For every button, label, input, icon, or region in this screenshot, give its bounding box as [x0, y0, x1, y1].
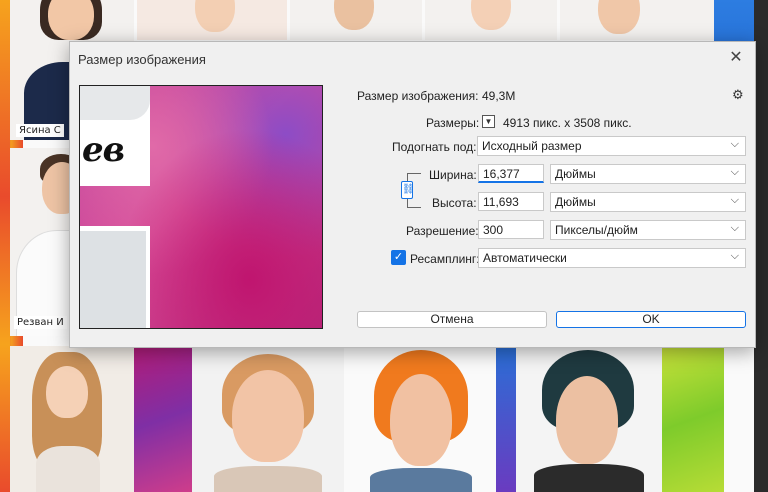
portrait-tile [560, 0, 714, 40]
dimensions-value: 4913 пикс. x 3508 пикс. [503, 116, 632, 130]
link-bracket [407, 207, 421, 208]
portrait-tile [192, 346, 344, 492]
width-unit-value: Дюймы [555, 167, 596, 181]
chevron-down-icon: ⌵ [730, 138, 739, 150]
portrait-tile [516, 346, 662, 492]
link-icon[interactable]: ⛓ [401, 181, 415, 199]
name-tag: Ясина С [16, 124, 64, 137]
resolution-label: Разрешение: [406, 224, 479, 238]
dialog-titlebar[interactable]: Размер изображения ✕ [70, 42, 755, 76]
chevron-down-icon: ⌵ [730, 194, 739, 206]
name-tag: Резван И [14, 316, 67, 329]
cancel-button[interactable]: Отмена [357, 311, 547, 328]
resample-checkbox[interactable]: ✓ [391, 250, 406, 265]
image-size-label: Размер изображения: [357, 89, 479, 103]
resample-label: Ресамплинг: [410, 252, 480, 266]
width-label: Ширина: [429, 168, 477, 182]
height-label: Высота: [432, 196, 477, 210]
panel-edge [754, 0, 768, 492]
image-preview[interactable]: ев [79, 85, 323, 329]
resolution-unit-value: Пикселы/дюйм [555, 223, 638, 237]
portrait-tile [290, 0, 422, 40]
portrait-tile [344, 346, 496, 492]
fit-to-label: Подогнать под: [392, 140, 477, 154]
portrait-tile [137, 0, 287, 40]
link-bracket [407, 199, 408, 207]
link-bracket [407, 173, 421, 174]
portrait-tile [425, 0, 557, 40]
gear-icon[interactable]: ⚙ [732, 87, 744, 103]
chevron-down-icon: ⌵ [730, 250, 739, 262]
height-input[interactable]: 11,693 [478, 192, 544, 211]
close-icon[interactable]: ✕ [727, 49, 745, 67]
resample-select[interactable]: Автоматически ⌵ [478, 248, 746, 268]
image-size-dialog: Размер изображения ✕ ев Размер изображен… [69, 41, 756, 348]
preview-grey-area [80, 231, 146, 328]
resolution-input[interactable]: 300 [478, 220, 544, 239]
image-size-value: 49,3M [482, 89, 516, 103]
watercolor-strip [134, 346, 192, 492]
chevron-down-icon: ⌵ [730, 222, 739, 234]
dialog-title: Размер изображения [78, 52, 206, 67]
width-unit-select[interactable]: Дюймы ⌵ [550, 164, 746, 184]
height-unit-value: Дюймы [555, 195, 596, 209]
watercolor-strip [662, 346, 724, 492]
height-unit-select[interactable]: Дюймы ⌵ [550, 192, 746, 212]
watercolor-strip [496, 346, 516, 492]
ok-button[interactable]: OK [556, 311, 746, 328]
dimensions-label: Размеры: [426, 116, 480, 130]
chevron-down-icon: ⌵ [730, 166, 739, 178]
chevron-down-icon[interactable]: ▼ [482, 115, 495, 128]
link-bracket [407, 173, 408, 181]
preview-grey-area [80, 86, 150, 120]
resolution-unit-select[interactable]: Пикселы/дюйм ⌵ [550, 220, 746, 240]
portrait-tile [10, 346, 134, 492]
color-edge-strip [0, 0, 10, 492]
fit-to-value: Исходный размер [482, 139, 582, 153]
resample-value: Автоматически [483, 251, 567, 265]
width-input[interactable]: 16,377 [478, 164, 544, 183]
fit-to-select[interactable]: Исходный размер ⌵ [477, 136, 746, 156]
preview-text: ев [82, 130, 125, 170]
